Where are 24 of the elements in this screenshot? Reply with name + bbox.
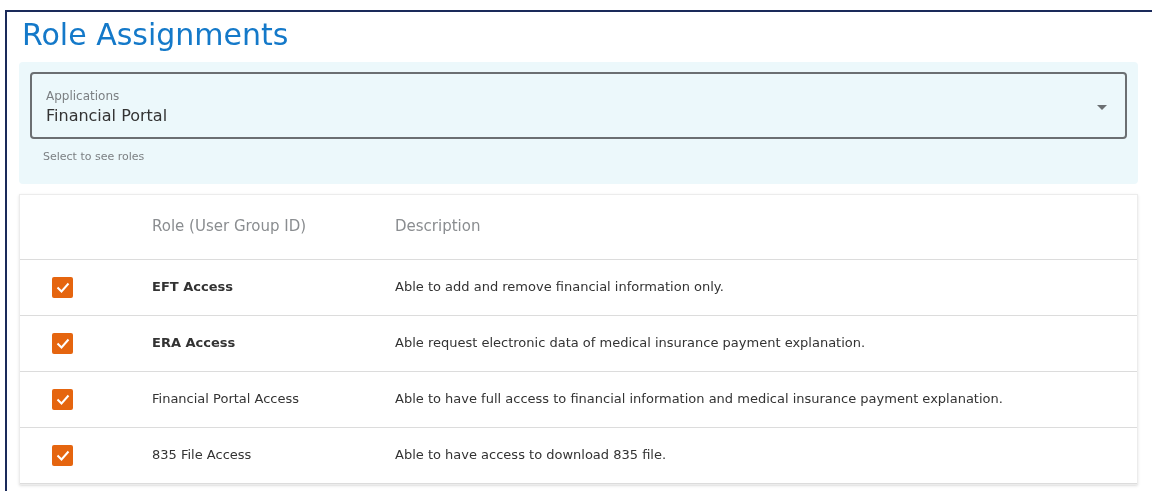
- checkbox[interactable]: [52, 276, 73, 298]
- role-name: 835 File Access: [152, 446, 253, 465]
- role-description: Able request electronic data of medical insurance payment explanation.: [395, 334, 866, 353]
- checkbox[interactable]: [52, 388, 73, 410]
- role-description: Able to have full access to financial information and medical insurance payment explanation.: [395, 390, 1003, 409]
- check-icon: [55, 281, 70, 293]
- dropdown-caret-icon: [1097, 105, 1107, 110]
- select-label: Applications: [46, 88, 121, 104]
- check-icon: [55, 393, 70, 405]
- check-icon: [55, 337, 70, 349]
- role-description: Able to add and remove financial information only.: [395, 278, 724, 297]
- helper-text: Select to see roles: [42, 149, 146, 165]
- page-title: Role Assignments: [21, 16, 290, 54]
- select-value: Financial Portal: [46, 105, 168, 127]
- role-name: EFT Access: [152, 278, 234, 297]
- role-description: Able to have access to download 835 file.: [395, 446, 667, 465]
- role-name: Financial Portal Access: [152, 390, 301, 409]
- column-header: Role (User Group ID): [152, 216, 308, 238]
- applications-select[interactable]: Applications Financial Portal: [30, 72, 1127, 139]
- check-icon: [55, 449, 70, 461]
- column-header: Description: [395, 216, 481, 238]
- role-name: ERA Access: [152, 334, 237, 353]
- checkbox[interactable]: [52, 332, 73, 354]
- checkbox[interactable]: [52, 444, 73, 466]
